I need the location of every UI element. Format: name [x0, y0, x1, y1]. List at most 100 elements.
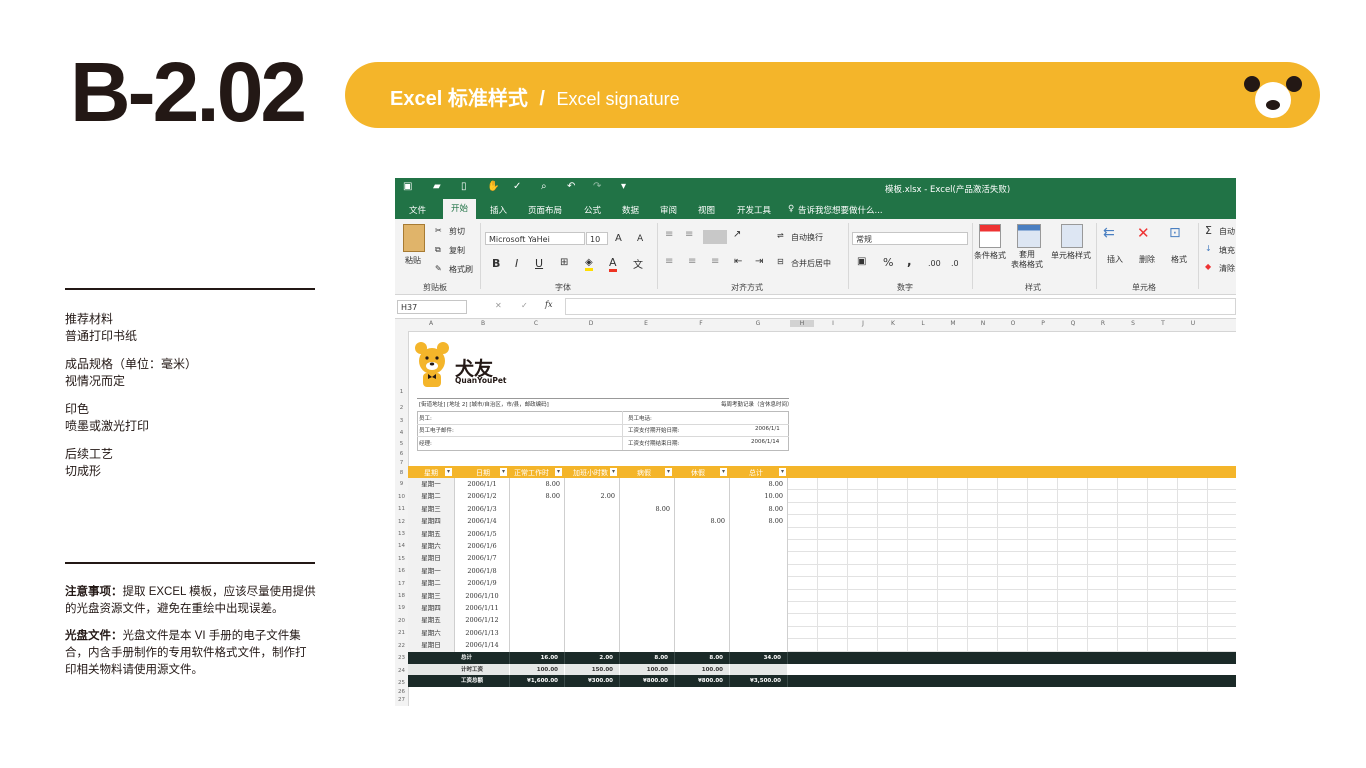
orientation-icon[interactable]: ↗: [733, 229, 741, 240]
filter-dropdown-icon[interactable]: ▾: [610, 468, 617, 476]
col-header[interactable]: C: [526, 320, 546, 327]
summary-cell-ot[interactable]: 2.00: [565, 652, 620, 664]
empty-cell[interactable]: [788, 577, 818, 590]
formula-input[interactable]: [565, 298, 1236, 315]
table-cell-date[interactable]: 2006/1/8: [455, 564, 510, 578]
empty-cell[interactable]: [1028, 602, 1058, 615]
empty-cell[interactable]: [788, 527, 818, 540]
align-right-icon[interactable]: ≡: [711, 256, 719, 267]
empty-cell[interactable]: [788, 540, 818, 553]
table-cell-day[interactable]: 星期三: [408, 589, 455, 602]
empty-cell[interactable]: [818, 490, 848, 503]
empty-cell[interactable]: [1178, 490, 1208, 503]
empty-cell[interactable]: [788, 589, 818, 602]
table-cell-sick[interactable]: [620, 478, 675, 491]
empty-cell[interactable]: [938, 614, 968, 627]
table-cell-vac[interactable]: [675, 478, 730, 491]
summary-cell-sick[interactable]: ¥800.00: [620, 675, 675, 687]
save-icon[interactable]: ▣: [403, 181, 412, 192]
empty-cell[interactable]: [938, 602, 968, 615]
empty-cell[interactable]: [1028, 639, 1058, 652]
empty-cell[interactable]: [1028, 540, 1058, 553]
empty-cell[interactable]: [1148, 614, 1178, 627]
empty-cell[interactable]: [1118, 602, 1148, 615]
empty-cell[interactable]: [818, 540, 848, 553]
empty-cell[interactable]: [848, 478, 878, 491]
row-header[interactable]: 26: [395, 689, 408, 695]
row-header[interactable]: 7: [395, 460, 408, 466]
empty-cell[interactable]: [1058, 626, 1088, 640]
table-cell-sick[interactable]: [620, 639, 675, 652]
empty-cell[interactable]: [998, 478, 1028, 491]
empty-cell[interactable]: [788, 490, 818, 503]
table-cell-vac[interactable]: [675, 540, 730, 553]
row-header[interactable]: 1: [395, 389, 408, 395]
table-cell-day[interactable]: 星期二: [408, 490, 455, 503]
table-cell-sick[interactable]: 8.00: [620, 502, 675, 516]
empty-cell[interactable]: [818, 478, 848, 491]
table-cell-date[interactable]: 2006/1/12: [455, 614, 510, 627]
col-header[interactable]: M: [943, 320, 963, 327]
format-cells-icon[interactable]: ⊡: [1169, 225, 1181, 241]
col-header-selected[interactable]: H: [790, 320, 814, 327]
empty-cell[interactable]: [998, 639, 1028, 652]
empty-cell[interactable]: [818, 515, 848, 528]
table-cell-vac[interactable]: [675, 626, 730, 640]
row-header[interactable]: 8: [395, 470, 408, 476]
insert-function-button[interactable]: fx: [545, 300, 552, 309]
empty-cell[interactable]: [848, 639, 878, 652]
empty-cell[interactable]: [1148, 577, 1178, 590]
empty-cell[interactable]: [1088, 564, 1118, 578]
empty-cell[interactable]: [1208, 478, 1236, 490]
empty-cell[interactable]: [908, 564, 938, 578]
align-top-icon[interactable]: ≡: [665, 229, 673, 240]
conditional-format-button[interactable]: 条件格式: [974, 250, 1006, 261]
summary-cell-label[interactable]: 总计: [455, 652, 510, 664]
format-as-table-button[interactable]: 套用 表格格式: [1011, 250, 1043, 270]
empty-cell[interactable]: [1118, 577, 1148, 590]
comma-button[interactable]: ,: [907, 254, 912, 268]
new-icon[interactable]: ▯: [461, 181, 467, 192]
empty-cell[interactable]: [1208, 614, 1236, 626]
table-cell-day[interactable]: 星期四: [408, 515, 455, 528]
table-cell-vac[interactable]: [675, 577, 730, 590]
empty-cell[interactable]: [878, 490, 908, 503]
table-cell-normal[interactable]: [510, 552, 565, 565]
empty-cell[interactable]: [968, 502, 998, 516]
table-cell-vac[interactable]: [675, 602, 730, 615]
empty-cell[interactable]: [938, 502, 968, 516]
empty-cell[interactable]: [1118, 626, 1148, 640]
empty-cell[interactable]: [878, 502, 908, 516]
empty-cell[interactable]: [818, 502, 848, 516]
delete-cells-icon[interactable]: ✕: [1137, 224, 1150, 242]
empty-cell[interactable]: [1058, 540, 1088, 553]
undo-icon[interactable]: ↶: [567, 181, 575, 192]
table-cell-normal[interactable]: [510, 502, 565, 516]
table-cell-date[interactable]: 2006/1/11: [455, 602, 510, 615]
empty-cell[interactable]: [1028, 490, 1058, 503]
empty-cell[interactable]: [1088, 515, 1118, 528]
empty-cell[interactable]: [1178, 589, 1208, 602]
empty-cell[interactable]: [848, 577, 878, 590]
summary-cell-label[interactable]: 工资总额: [455, 675, 510, 687]
table-cell-total[interactable]: 8.00: [730, 478, 788, 491]
empty-cell[interactable]: [998, 515, 1028, 528]
col-header[interactable]: L: [913, 320, 933, 327]
filter-dropdown-icon[interactable]: ▾: [445, 468, 452, 476]
empty-cell[interactable]: [1058, 502, 1088, 516]
table-cell-ot[interactable]: [565, 614, 620, 627]
filter-dropdown-icon[interactable]: ▾: [720, 468, 727, 476]
table-cell-normal[interactable]: [510, 626, 565, 640]
empty-cell[interactable]: [1058, 577, 1088, 590]
empty-cell[interactable]: [788, 614, 818, 627]
table-cell-total[interactable]: [730, 564, 788, 578]
tell-me-icon[interactable]: ♀: [788, 204, 794, 214]
spell-icon[interactable]: ✓: [513, 181, 521, 192]
empty-cell[interactable]: [1208, 627, 1236, 639]
table-cell-day[interactable]: 星期日: [408, 552, 455, 565]
tab-review[interactable]: 审阅: [660, 204, 677, 216]
empty-cell[interactable]: [848, 552, 878, 565]
empty-cell[interactable]: [1118, 502, 1148, 516]
table-cell-sick[interactable]: [620, 515, 675, 528]
empty-cell[interactable]: [968, 490, 998, 503]
